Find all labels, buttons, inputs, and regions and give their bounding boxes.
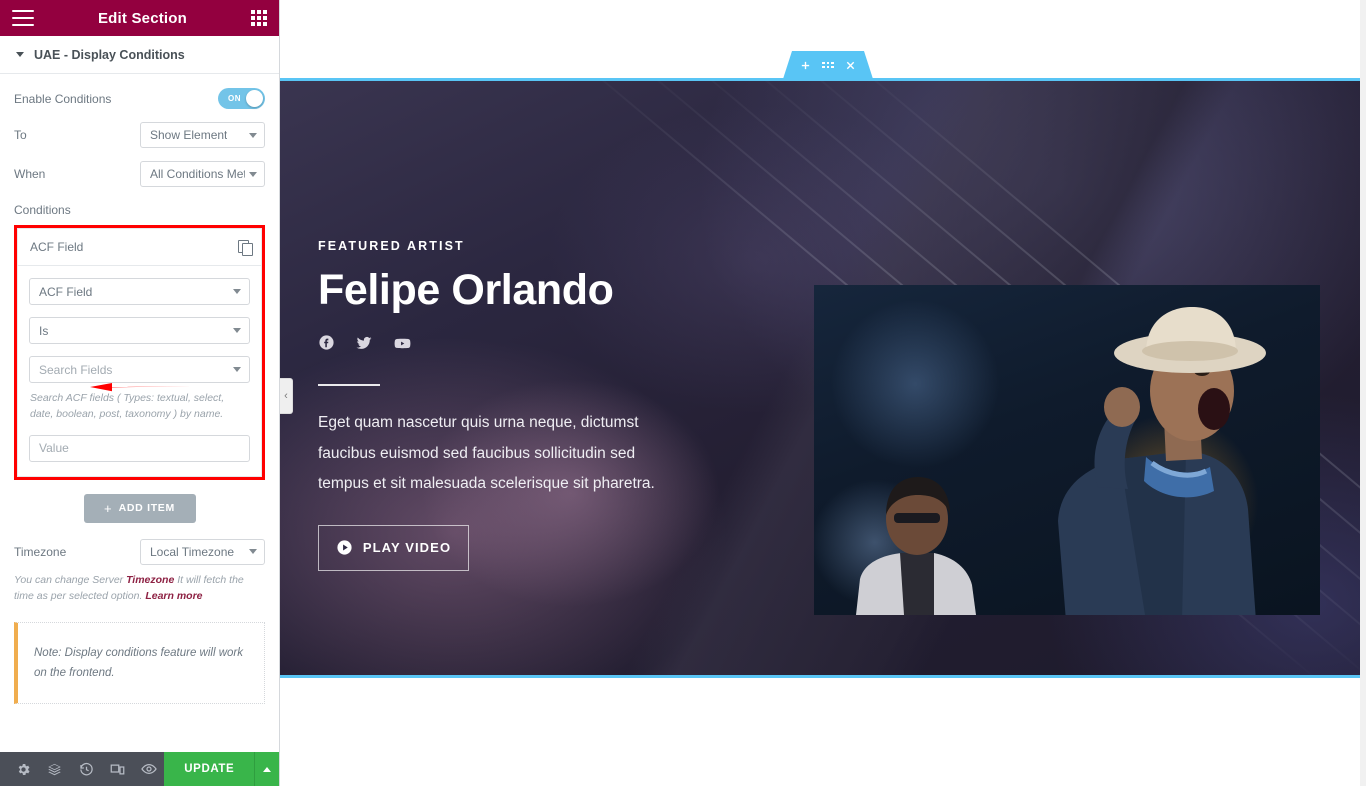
timezone-row: Timezone Local Timezone (14, 538, 265, 565)
to-select-value: Show Element (150, 128, 228, 142)
update-label: UPDATE (184, 763, 235, 775)
condition-item-body: ACF Field Is Search Fields Search ACF fi… (18, 266, 261, 476)
canvas-bottom-spacer (280, 681, 1366, 786)
section-toolbar (783, 51, 873, 79)
condition-search-fields-select[interactable]: Search Fields (29, 356, 250, 383)
editor-canvas: ‹ FEATURED ARTIST Felipe Orlando Eget qu… (280, 0, 1366, 786)
panel-footer: UPDATE (0, 752, 279, 786)
hero-eyebrow: FEATURED ARTIST (318, 239, 465, 253)
conditions-repeater-highlight: ACF Field ACF Field Is Search Fields Sea… (14, 225, 265, 480)
condition-value-input[interactable]: Value (29, 434, 250, 462)
toggle-knob (246, 90, 263, 107)
chevron-down-icon (233, 328, 241, 333)
add-section-icon[interactable] (800, 60, 811, 71)
condition-operator-value: Is (39, 323, 49, 338)
enable-conditions-label: Enable Conditions (14, 91, 112, 106)
plus-icon: + (104, 500, 112, 516)
caret-up-icon (263, 766, 272, 772)
to-label: To (14, 128, 27, 142)
chevron-down-icon (16, 52, 24, 57)
toggle-state-text: ON (228, 94, 241, 103)
chevron-down-icon (233, 367, 241, 372)
twitter-icon[interactable] (355, 334, 373, 358)
to-select[interactable]: Show Element (140, 122, 265, 148)
chevron-down-icon (249, 549, 257, 554)
conditions-repeater: ACF Field ACF Field Is Search Fields Sea… (17, 228, 262, 477)
section-accordion-header[interactable]: UAE - Display Conditions (0, 36, 279, 74)
timezone-help-part1: You can change Server (14, 573, 127, 586)
close-section-icon[interactable] (845, 60, 856, 71)
timezone-select-value: Local Timezone (150, 544, 235, 559)
section-accordion-label: UAE - Display Conditions (34, 47, 185, 62)
condition-item-header[interactable]: ACF Field (18, 229, 261, 266)
duplicate-icon[interactable] (238, 240, 253, 256)
performer-illustration (1058, 307, 1266, 615)
timezone-select[interactable]: Local Timezone (140, 538, 265, 565)
add-item-label: ADD ITEM (118, 502, 175, 514)
condition-type-select[interactable]: ACF Field (29, 278, 250, 305)
hero-divider (318, 384, 380, 387)
when-label: When (14, 167, 46, 181)
condition-search-fields-value: Search Fields (39, 362, 113, 377)
chevron-down-icon (249, 171, 257, 177)
note-box: Note: Display conditions feature will wo… (14, 622, 265, 705)
enable-conditions-row: Enable Conditions ON (14, 88, 265, 109)
drag-section-icon[interactable] (822, 61, 834, 69)
hero-social-links (318, 334, 703, 358)
update-options-button[interactable] (254, 752, 279, 786)
condition-operator-select[interactable]: Is (29, 317, 250, 344)
hamburger-icon[interactable] (12, 10, 34, 26)
panel-title: Edit Section (97, 9, 188, 27)
condition-value-placeholder: Value (39, 441, 69, 455)
condition-type-value: ACF Field (39, 284, 93, 299)
hero-text-column: FEATURED ARTIST Felipe Orlando Eget quam… (318, 161, 703, 675)
to-row: To Show Element (14, 122, 265, 148)
panel-collapse-handle[interactable]: ‹ (280, 378, 293, 414)
widgets-grid-icon[interactable] (250, 10, 267, 26)
chevron-down-icon (249, 132, 257, 138)
condition-item-title: ACF Field (30, 240, 84, 254)
panel-header: Edit Section (0, 0, 279, 36)
timezone-label: Timezone (14, 544, 67, 559)
youtube-icon[interactable] (393, 334, 412, 358)
second-performer-illustration (856, 477, 976, 615)
when-select[interactable]: All Conditions Met (140, 161, 265, 187)
elementor-editor: Edit Section UAE - Display Conditions En… (0, 0, 1366, 786)
when-select-value: All Conditions Met (150, 167, 245, 181)
preview-eye-icon[interactable] (133, 752, 164, 786)
history-clock-icon[interactable] (71, 752, 102, 786)
facebook-icon[interactable] (318, 334, 335, 358)
note-text: Note: Display conditions feature will wo… (34, 647, 244, 680)
conditions-label: Conditions (14, 203, 71, 217)
editor-panel: Edit Section UAE - Display Conditions En… (0, 0, 280, 786)
hero-artist-name: Felipe Orlando (318, 266, 614, 314)
settings-gear-icon[interactable] (8, 752, 39, 786)
hero-section[interactable]: FEATURED ARTIST Felipe Orlando Eget quam… (280, 78, 1366, 678)
timezone-link[interactable]: Timezone (126, 574, 174, 586)
navigator-layers-icon[interactable] (39, 752, 70, 786)
learn-more-link[interactable]: Learn more (145, 590, 202, 602)
responsive-mode-icon[interactable] (102, 752, 133, 786)
panel-body: Enable Conditions ON To Show Element Whe… (0, 74, 279, 752)
hero-description: Eget quam nascetur quis urna neque, dict… (318, 414, 655, 492)
chevron-down-icon (233, 289, 241, 294)
enable-conditions-toggle[interactable]: ON (218, 88, 265, 109)
play-circle-icon (337, 540, 352, 556)
timezone-help-text: You can change Server Timezone It will f… (14, 572, 265, 605)
update-button[interactable]: UPDATE (164, 752, 255, 786)
hero-inner: FEATURED ARTIST Felipe Orlando Eget quam… (280, 81, 1366, 675)
condition-helper-text: Search ACF fields ( Types: textual, sele… (30, 392, 225, 420)
play-video-label: PLAY VIDEO (362, 540, 452, 556)
hero-image-column (703, 161, 1320, 675)
add-item-button[interactable]: + ADD ITEM (83, 493, 196, 523)
when-row: When All Conditions Met (14, 161, 265, 187)
canvas-scrollbar[interactable] (1360, 0, 1366, 786)
play-video-button[interactable]: PLAY VIDEO (318, 524, 469, 571)
artist-photo[interactable] (814, 285, 1320, 615)
